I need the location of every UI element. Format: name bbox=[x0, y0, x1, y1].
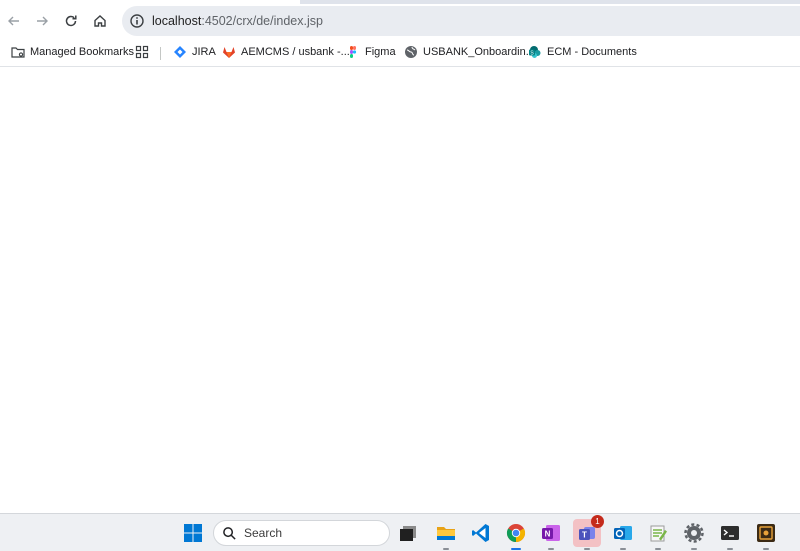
terminal-button[interactable] bbox=[716, 519, 744, 550]
sharepoint-icon: S bbox=[529, 46, 541, 58]
svg-text:T: T bbox=[582, 531, 587, 540]
notepad-plus-icon bbox=[650, 525, 667, 542]
apps-grid-icon bbox=[135, 45, 149, 59]
bookmark-ecm[interactable]: S ECM - Documents bbox=[528, 43, 637, 61]
home-button[interactable] bbox=[86, 7, 114, 35]
url-host: localhost bbox=[152, 14, 202, 28]
arrow-right-icon bbox=[37, 16, 48, 26]
back-button[interactable] bbox=[0, 7, 28, 35]
chrome-button[interactable] bbox=[502, 519, 530, 550]
jira-icon bbox=[174, 46, 186, 58]
running-indicator bbox=[727, 548, 733, 550]
bookmark-usbank[interactable]: USBANK_Onboardin... bbox=[404, 43, 535, 61]
apps-shortcut[interactable] bbox=[135, 43, 154, 61]
reload-icon bbox=[65, 15, 77, 27]
chrome-icon bbox=[506, 524, 526, 542]
figma-icon bbox=[350, 46, 357, 58]
onenote-icon: N bbox=[542, 525, 560, 541]
notepad-plus-button[interactable] bbox=[644, 519, 672, 550]
running-indicator bbox=[443, 548, 449, 550]
search-icon bbox=[223, 526, 236, 540]
bookmark-gitlab[interactable]: AEMCMS / usbank -... bbox=[222, 43, 350, 61]
outlook-button[interactable] bbox=[609, 519, 637, 550]
app-icon bbox=[757, 524, 775, 542]
bookmarks-divider bbox=[160, 47, 161, 60]
windows-start-icon bbox=[184, 524, 202, 542]
onenote-button[interactable]: N bbox=[537, 519, 565, 550]
running-indicator bbox=[584, 548, 590, 550]
home-icon bbox=[94, 15, 106, 27]
bookmark-label: ECM - Documents bbox=[547, 46, 637, 58]
svg-text:N: N bbox=[545, 530, 551, 539]
running-indicator bbox=[655, 548, 661, 550]
start-button[interactable] bbox=[179, 519, 207, 547]
file-explorer-button[interactable] bbox=[432, 519, 460, 550]
gitlab-icon bbox=[223, 47, 235, 58]
managed-folder-icon bbox=[11, 47, 25, 58]
arrow-left-icon bbox=[8, 16, 19, 26]
bookmark-managed[interactable]: Managed Bookmarks bbox=[11, 43, 134, 61]
bookmark-label: JIRA bbox=[192, 46, 216, 58]
outlook-icon bbox=[614, 526, 632, 540]
search-label: Search bbox=[244, 526, 283, 540]
task-view-icon bbox=[400, 526, 416, 541]
globe-icon bbox=[405, 46, 417, 58]
terminal-icon bbox=[721, 526, 739, 540]
bookmark-jira[interactable]: JIRA bbox=[173, 43, 216, 61]
vscode-button[interactable] bbox=[467, 519, 495, 547]
running-indicator bbox=[620, 548, 626, 550]
reload-button[interactable] bbox=[57, 7, 85, 35]
notification-badge: 1 bbox=[591, 515, 604, 528]
bookmarks-bar: Managed Bookmarks JIRA AEMCMS / usbank -… bbox=[0, 38, 800, 67]
site-info-icon[interactable] bbox=[129, 13, 145, 29]
running-indicator bbox=[691, 548, 697, 550]
active-indicator bbox=[511, 548, 521, 550]
settings-icon bbox=[684, 523, 704, 543]
forward-button[interactable] bbox=[28, 7, 56, 35]
bookmark-label: Managed Bookmarks bbox=[30, 46, 134, 58]
bookmark-label: Figma bbox=[365, 46, 396, 58]
bookmark-label: AEMCMS / usbank -... bbox=[241, 46, 350, 58]
vscode-icon bbox=[472, 524, 489, 542]
task-view-button[interactable] bbox=[394, 519, 422, 547]
url-text[interactable]: localhost:4502/crx/de/index.jsp bbox=[152, 14, 323, 28]
file-explorer-icon bbox=[437, 527, 455, 540]
windows-taskbar: Search N T 1 bbox=[0, 513, 800, 551]
settings-button[interactable] bbox=[680, 519, 708, 550]
page-content bbox=[0, 68, 800, 513]
taskbar-search[interactable]: Search bbox=[213, 520, 390, 546]
app-button[interactable] bbox=[752, 519, 780, 550]
browser-toolbar: localhost:4502/crx/de/index.jsp bbox=[0, 4, 800, 38]
running-indicator bbox=[763, 548, 769, 550]
bookmark-label: USBANK_Onboardin... bbox=[423, 46, 535, 58]
bookmark-figma[interactable]: Figma bbox=[346, 43, 396, 61]
url-path: :4502/crx/de/index.jsp bbox=[201, 14, 323, 28]
address-bar[interactable]: localhost:4502/crx/de/index.jsp bbox=[122, 6, 800, 36]
teams-button[interactable]: T 1 bbox=[573, 515, 604, 550]
running-indicator bbox=[548, 548, 554, 550]
